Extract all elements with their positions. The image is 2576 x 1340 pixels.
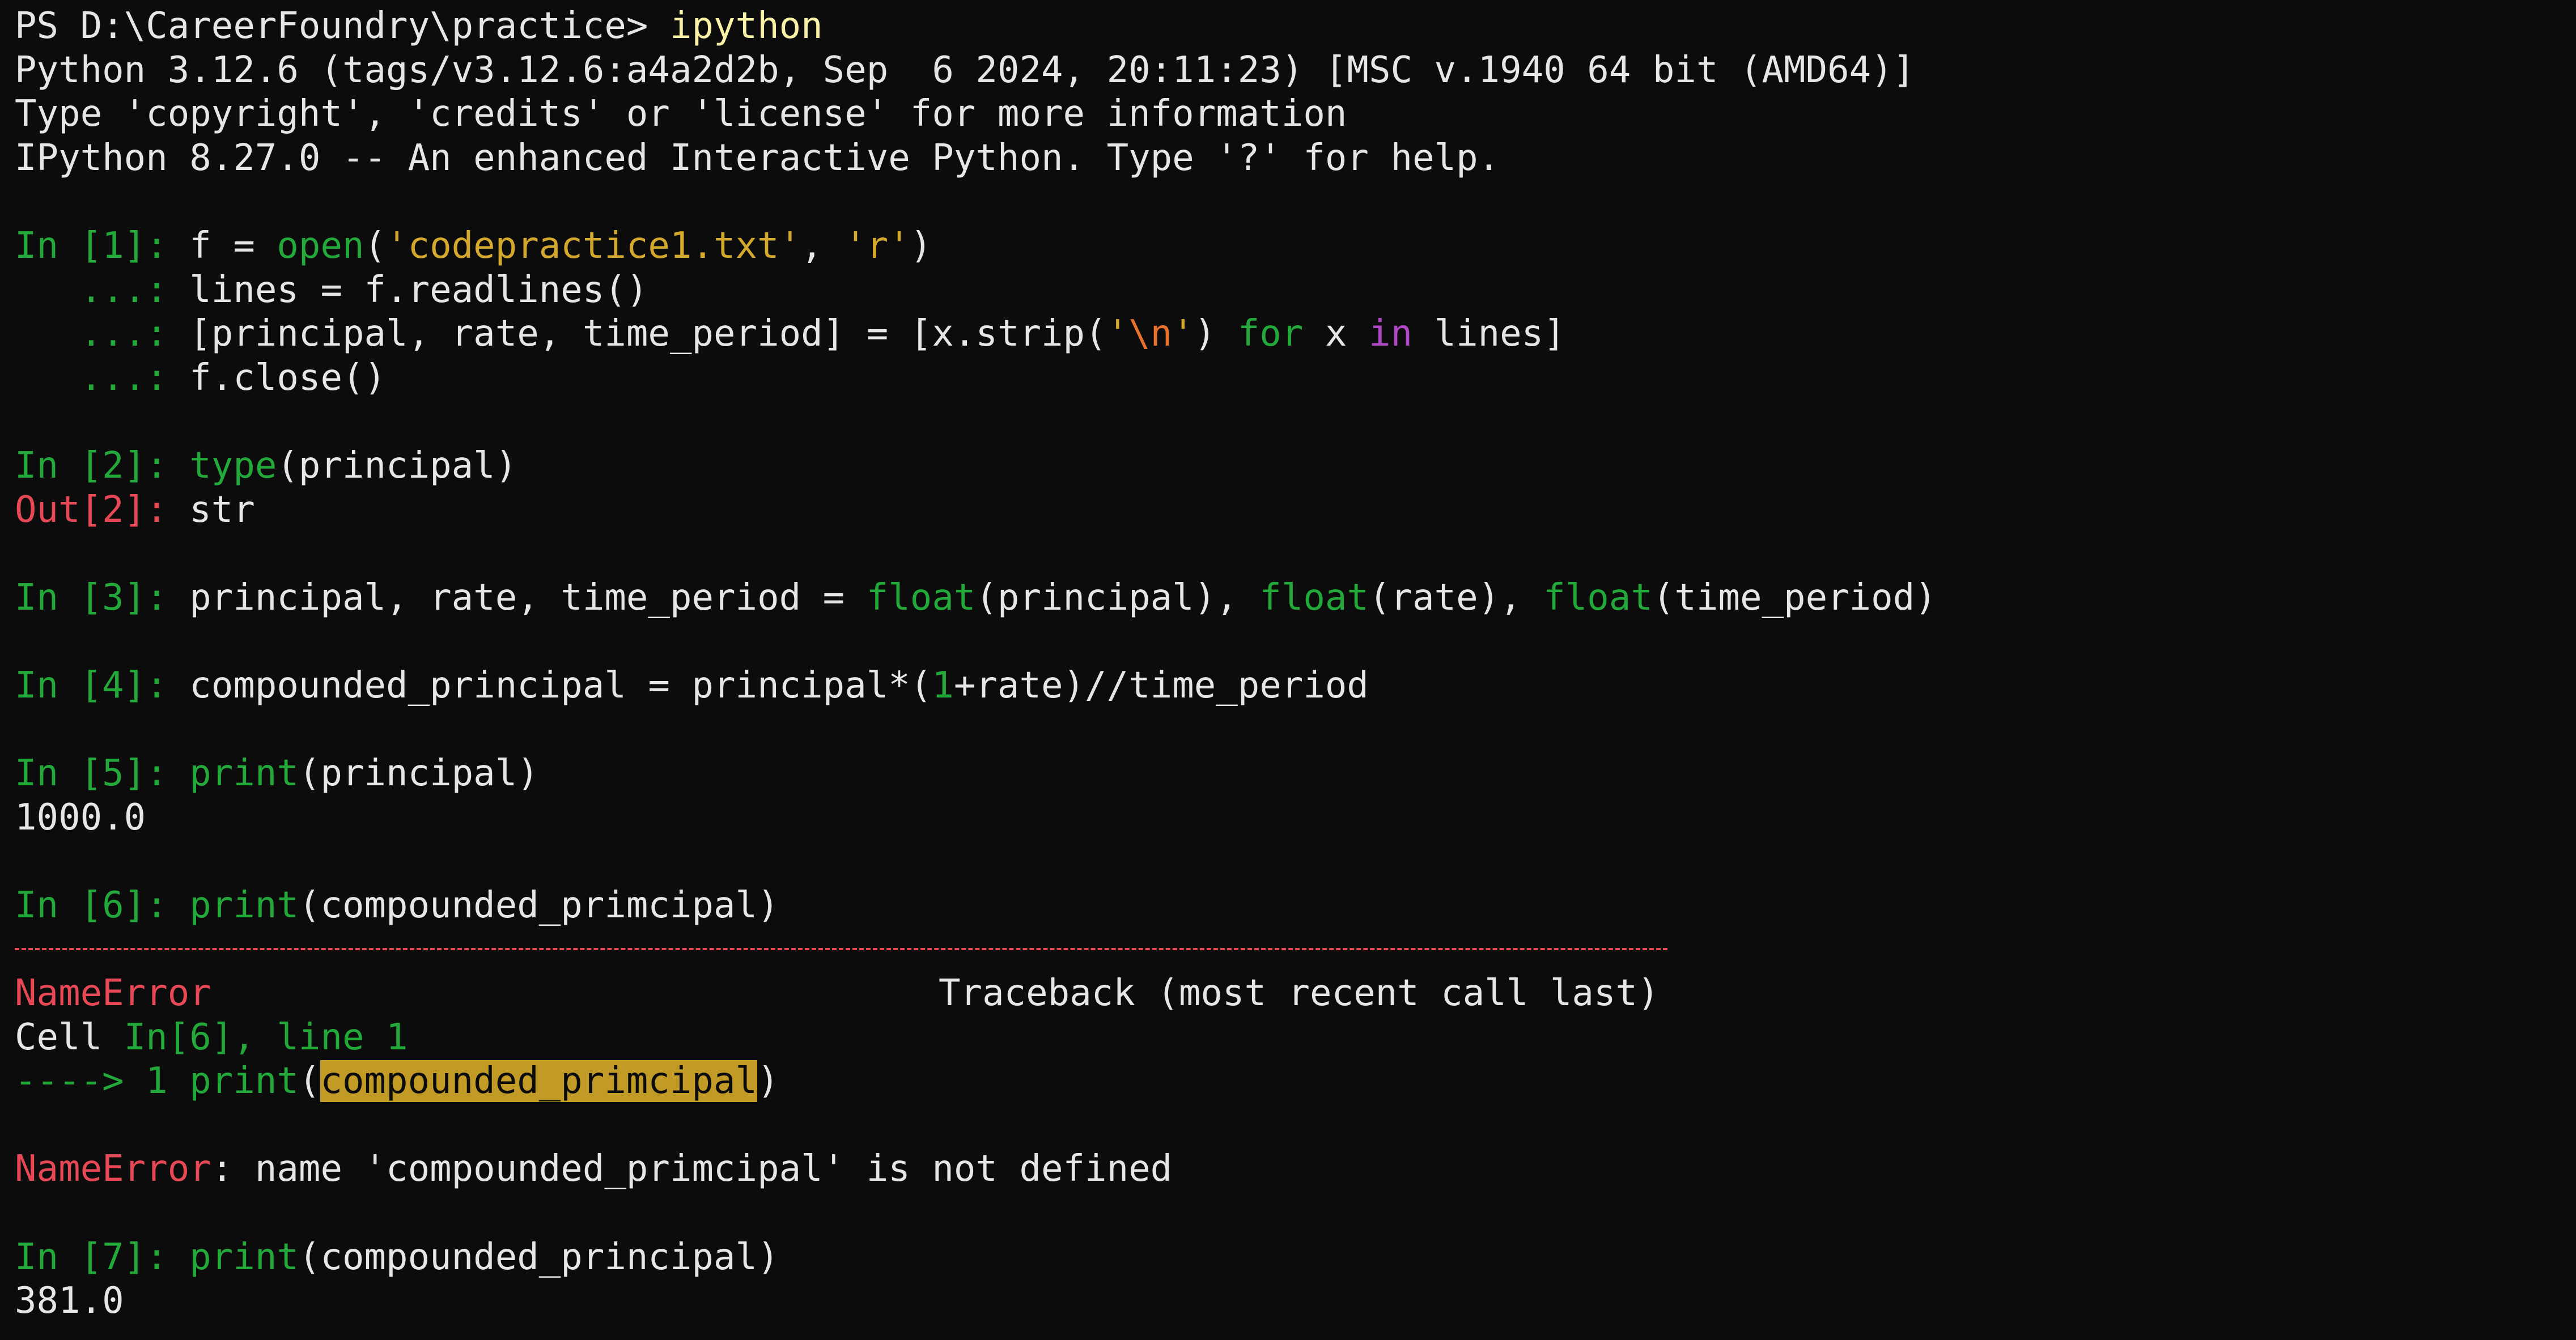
cell-1-line-2: ...: lines = f.readlines() <box>15 269 2576 313</box>
output-value: str <box>189 488 255 531</box>
string-literal: ' <box>1172 313 1194 355</box>
cell-3-input: In [3]: principal, rate, time_period = f… <box>15 576 2576 620</box>
code-text: ) <box>757 1060 779 1103</box>
traceback-header: NameError Traceback (most recent call las… <box>15 972 2576 1016</box>
banner-copyright-info: Type 'copyright', 'credits' or 'license'… <box>15 93 1347 135</box>
code-text: ) <box>1194 313 1238 355</box>
error-message: : name 'compounded_primcipal' is not def… <box>211 1148 1173 1190</box>
builtin-type: type <box>189 444 277 487</box>
cell-1-line-3: ...: [principal, rate, time_period] = [x… <box>15 312 2576 356</box>
code-text: principal, rate, time_period = <box>189 576 867 619</box>
error-type: NameError <box>15 972 211 1015</box>
input-prompt: In [6]: <box>15 884 190 926</box>
code-text: ( <box>298 1060 321 1103</box>
code-text: lines] <box>1412 313 1565 355</box>
code-text: +rate)//time_period <box>953 664 1369 707</box>
code-text: x <box>1303 313 1369 355</box>
code-text: f.close() <box>189 356 387 399</box>
continuation-prompt: ...: <box>15 269 190 311</box>
banner-python-version: Python 3.12.6 (tags/v3.12.6:a4a2d2b, Sep… <box>15 49 1915 91</box>
code-text: f = <box>189 224 277 267</box>
code-text: (principal), <box>975 576 1260 619</box>
error-message-line: NameError: name 'compounded_primcipal' i… <box>15 1147 2576 1192</box>
error-highlight: compounded_primcipal <box>320 1060 758 1103</box>
builtin-print: print <box>189 1236 299 1278</box>
shell-command: ipython <box>669 5 823 47</box>
builtin-print: print <box>189 884 299 926</box>
traceback-code-line: ----> 1 print(compounded_primcipal) <box>15 1060 2576 1104</box>
cell-5-input: In [5]: print(principal) <box>15 752 2576 796</box>
input-prompt: In [1]: <box>15 224 190 267</box>
builtin-float: float <box>866 576 976 619</box>
code-text: (compounded_principal) <box>298 1236 779 1278</box>
terminal-window[interactable]: PS D:\CareerFoundry\practice> ipython Py… <box>0 0 2576 1340</box>
cell-6-input: In [6]: print(compounded_primcipal) <box>15 884 2576 928</box>
string-literal: 'codepractice1.txt' <box>386 224 801 267</box>
input-prompt: In [2]: <box>15 444 190 487</box>
powershell-prompt: PS D:\CareerFoundry\practice> <box>15 5 670 47</box>
code-text: lines = f.readlines() <box>189 269 648 311</box>
code-text: , <box>801 224 845 267</box>
input-prompt: In [3]: <box>15 576 190 619</box>
builtin-print: print <box>189 752 299 795</box>
input-prompt: In [7]: <box>15 1236 190 1278</box>
builtin-open: open <box>277 224 364 267</box>
escape-sequence: \n <box>1128 313 1173 355</box>
cell-reference: In[6], line 1 <box>124 1016 408 1058</box>
keyword-in: in <box>1368 313 1412 355</box>
cell-1-line-1: In [1]: f = open('codepractice1.txt', 'r… <box>15 224 2576 269</box>
string-literal: ' <box>1106 313 1129 355</box>
output-prompt: Out[2]: <box>15 488 190 531</box>
keyword-for: for <box>1237 313 1304 355</box>
number-literal: 1 <box>932 664 954 707</box>
code-text: compounded_principal = principal*( <box>189 664 932 707</box>
cell-5-output: 1000.0 <box>15 796 146 839</box>
builtin-float: float <box>1543 576 1653 619</box>
error-type: NameError <box>15 1148 211 1190</box>
dashed-divider <box>15 948 1667 951</box>
traceback-title: Traceback (most recent call last) <box>939 972 1660 1015</box>
builtin-float: float <box>1259 576 1369 619</box>
code-text: (principal) <box>298 752 539 795</box>
cell-2-output: Out[2]: str <box>15 488 2576 533</box>
shell-command-line: PS D:\CareerFoundry\practice> ipython <box>15 5 2576 49</box>
traceback-separator <box>15 928 2576 972</box>
input-prompt: In [5]: <box>15 752 190 795</box>
cell-2-input: In [2]: type(principal) <box>15 444 2576 488</box>
builtin-print: print <box>189 1060 299 1103</box>
code-text: ( <box>364 224 387 267</box>
continuation-prompt: ...: <box>15 356 190 399</box>
code-text: ) <box>910 224 932 267</box>
input-prompt: In [4]: <box>15 664 190 707</box>
cell-4-input: In [4]: compounded_principal = principal… <box>15 664 2576 708</box>
code-text: Cell <box>15 1016 124 1058</box>
code-text: (time_period) <box>1652 576 1937 619</box>
continuation-prompt: ...: <box>15 313 190 355</box>
string-literal: 'r' <box>844 224 910 267</box>
code-text: [principal, rate, time_period] = [x.stri… <box>189 313 1107 355</box>
traceback-arrow: ----> 1 <box>15 1060 190 1103</box>
cell-7-output: 381.0 <box>15 1280 124 1322</box>
code-text: (compounded_primcipal) <box>298 884 779 926</box>
code-text: (principal) <box>277 444 517 487</box>
cell-1-line-4: ...: f.close() <box>15 356 2576 401</box>
traceback-cell-ref: Cell In[6], line 1 <box>15 1016 2576 1060</box>
code-text: (rate), <box>1368 576 1544 619</box>
cell-7-input: In [7]: print(compounded_principal) <box>15 1236 2576 1280</box>
banner-ipython-version: IPython 8.27.0 -- An enhanced Interactiv… <box>15 137 1500 179</box>
